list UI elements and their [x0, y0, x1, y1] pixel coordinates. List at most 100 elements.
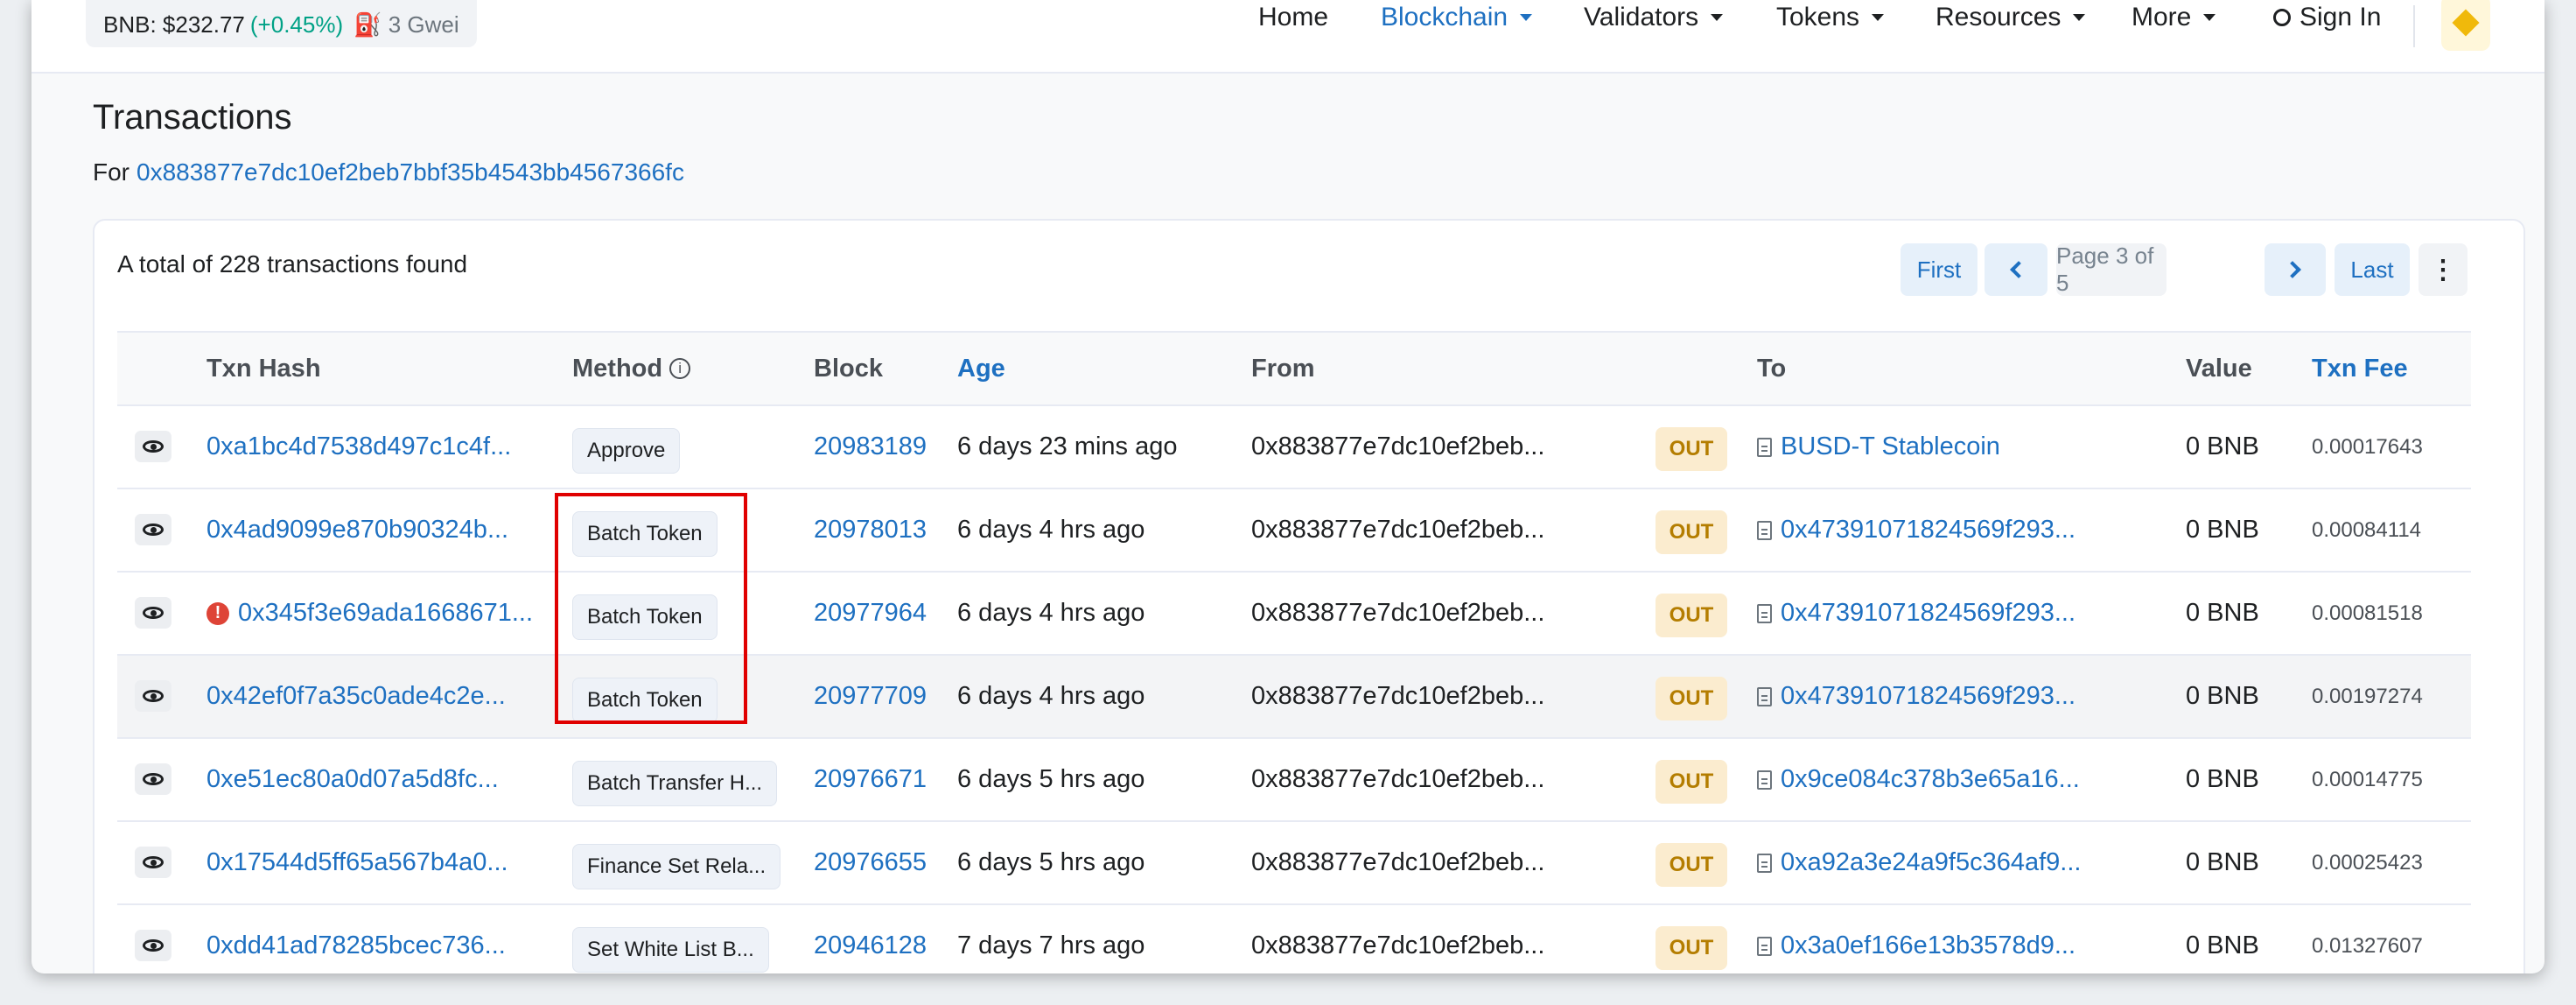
- block-link[interactable]: 20976671: [814, 739, 927, 820]
- age-text: 6 days 23 mins ago: [957, 432, 1178, 460]
- to-address: 0xa92a3e24a9f5c364af9...: [1781, 848, 2082, 876]
- block-link[interactable]: 20978013: [814, 489, 927, 571]
- document-icon: [1757, 520, 1772, 540]
- from-address: 0x883877e7dc10ef2beb...: [1251, 931, 1545, 959]
- browser-window: BNB: $232.77 (+0.45%) ⛽ 3 Gwei Home Bloc…: [32, 0, 2544, 973]
- from-address: 0x883877e7dc10ef2beb...: [1251, 432, 1545, 460]
- direction-cell: OUT: [1656, 573, 1727, 654]
- table-header: Txn Hash Method i Block Age From To Value…: [117, 331, 2471, 406]
- document-icon: [1757, 853, 1772, 873]
- direction-badge: OUT: [1656, 676, 1727, 720]
- nav-resources[interactable]: Resources: [1936, 0, 2086, 40]
- age-text: 6 days 4 hrs ago: [957, 599, 1145, 627]
- chevron-down-icon: [2073, 14, 2086, 21]
- table-row: 0x17544d5ff65a567b4a0... Finance Set Rel…: [117, 822, 2471, 905]
- preview-button[interactable]: [135, 431, 172, 462]
- fee-text: 0.00084114: [2312, 517, 2422, 542]
- sign-in-link[interactable]: Sign In: [2273, 0, 2381, 40]
- txn-hash-link[interactable]: 0x17544d5ff65a567b4a0...: [206, 822, 508, 903]
- nav-blockchain[interactable]: Blockchain: [1381, 0, 1533, 40]
- age-text: 6 days 4 hrs ago: [957, 682, 1145, 710]
- to-link[interactable]: 0x47391071824569f293...: [1757, 573, 2076, 654]
- address-link[interactable]: 0x883877e7dc10ef2beb7bbf35b4543bb4567366…: [136, 158, 684, 186]
- txn-hash-link[interactable]: 0x42ef0f7a35c0ade4c2e...: [206, 656, 506, 737]
- table-row: 0xdd41ad78285bcec736... Set White List B…: [117, 905, 2471, 973]
- nav-home[interactable]: Home: [1258, 0, 1328, 40]
- pagination-last-button[interactable]: Last: [2334, 243, 2410, 296]
- direction-cell: OUT: [1656, 489, 1727, 571]
- to-link[interactable]: 0x47391071824569f293...: [1757, 656, 2076, 737]
- to-address: 0x9ce084c378b3e65a16...: [1781, 765, 2080, 793]
- document-icon: [1757, 936, 1772, 956]
- table-row: 0xe51ec80a0d07a5d8fc... Batch Transfer H…: [117, 739, 2471, 822]
- fee-text: 0.01327607: [2312, 933, 2423, 958]
- method-badge: Batch Transfer H...: [572, 760, 778, 806]
- txn-hash-link[interactable]: 0xa1bc4d7538d497c1c4f...: [206, 406, 511, 488]
- info-icon[interactable]: i: [669, 358, 691, 379]
- pagination-next-button[interactable]: [2264, 243, 2326, 296]
- nav-more-label: More: [2132, 3, 2192, 32]
- txn-hash-text: 0x345f3e69ada1668671...: [238, 599, 534, 627]
- for-label: For: [93, 158, 130, 186]
- top-navbar: BNB: $232.77 (+0.45%) ⛽ 3 Gwei Home Bloc…: [32, 0, 2544, 74]
- col-from: From: [1251, 354, 1315, 383]
- preview-button[interactable]: [135, 514, 172, 545]
- bnb-price: BNB: $232.77: [103, 11, 245, 38]
- more-options-button[interactable]: ⋮: [2418, 243, 2468, 296]
- from-address: 0x883877e7dc10ef2beb...: [1251, 848, 1545, 876]
- to-link[interactable]: 0x9ce084c378b3e65a16...: [1757, 739, 2080, 820]
- transactions-card: A total of 228 transactions found First …: [93, 219, 2525, 973]
- nav-home-label: Home: [1258, 3, 1329, 32]
- preview-button[interactable]: [135, 763, 172, 795]
- sign-in-label: Sign In: [2300, 3, 2382, 32]
- from-address: 0x883877e7dc10ef2beb...: [1251, 682, 1545, 710]
- age-text: 6 days 5 hrs ago: [957, 765, 1145, 793]
- nav-validators[interactable]: Validators: [1584, 0, 1724, 40]
- block-link[interactable]: 20946128: [814, 905, 927, 973]
- nav-resources-label: Resources: [1936, 3, 2062, 32]
- to-link[interactable]: 0x3a0ef166e13b3578d9...: [1757, 905, 2076, 973]
- block-link[interactable]: 20977709: [814, 656, 927, 737]
- block-link[interactable]: 20976655: [814, 822, 927, 903]
- nav-more[interactable]: More: [2132, 0, 2216, 40]
- nav-validators-label: Validators: [1584, 3, 1699, 32]
- col-txn-fee[interactable]: Txn Fee: [2312, 333, 2408, 404]
- txn-hash-link[interactable]: 0xe51ec80a0d07a5d8fc...: [206, 739, 499, 820]
- page-title: Transactions: [93, 98, 292, 137]
- preview-button[interactable]: [135, 597, 172, 629]
- chevron-down-icon: [1872, 14, 1885, 21]
- to-link[interactable]: 0xa92a3e24a9f5c364af9...: [1757, 822, 2081, 903]
- to-link[interactable]: BUSD-T Stablecoin: [1757, 406, 2000, 488]
- col-age[interactable]: Age: [957, 333, 1005, 404]
- annotation-highlight-box: [555, 493, 747, 724]
- block-link[interactable]: 20977964: [814, 573, 927, 654]
- nav-divider: [2413, 5, 2415, 47]
- to-address: BUSD-T Stablecoin: [1781, 432, 2000, 460]
- bnb-logo-icon: [2452, 9, 2480, 37]
- col-method-label: Method: [572, 354, 663, 383]
- eye-icon: [143, 524, 164, 536]
- pagination-prev-button[interactable]: [1984, 243, 2048, 296]
- document-icon: [1757, 437, 1772, 457]
- nav-tokens[interactable]: Tokens: [1776, 0, 1885, 40]
- direction-badge: OUT: [1656, 925, 1727, 970]
- txn-hash-link[interactable]: 0x4ad9099e870b90324b...: [206, 489, 508, 571]
- pagination-first-button[interactable]: First: [1900, 243, 1978, 296]
- method-cell: Batch Transfer H...: [572, 739, 778, 820]
- table-row: 0x4ad9099e870b90324b... Batch Token 2097…: [117, 489, 2471, 573]
- to-link[interactable]: 0x47391071824569f293...: [1757, 489, 2076, 571]
- method-cell: Approve: [572, 406, 681, 488]
- preview-button[interactable]: [135, 847, 172, 878]
- from-address: 0x883877e7dc10ef2beb...: [1251, 765, 1545, 793]
- value-text: 0 BNB: [2186, 599, 2259, 627]
- document-icon: [1757, 603, 1772, 623]
- user-circle-icon: [2273, 9, 2291, 26]
- txn-hash-link[interactable]: 0xdd41ad78285bcec736...: [206, 905, 506, 973]
- address-line: For 0x883877e7dc10ef2beb7bbf35b4543bb4567…: [93, 158, 684, 186]
- direction-badge: OUT: [1656, 842, 1727, 887]
- block-link[interactable]: 20983189: [814, 406, 927, 488]
- preview-button[interactable]: [135, 930, 172, 961]
- preview-button[interactable]: [135, 680, 172, 712]
- network-switcher[interactable]: [2441, 0, 2490, 51]
- txn-hash-link[interactable]: ! 0x345f3e69ada1668671...: [206, 573, 533, 654]
